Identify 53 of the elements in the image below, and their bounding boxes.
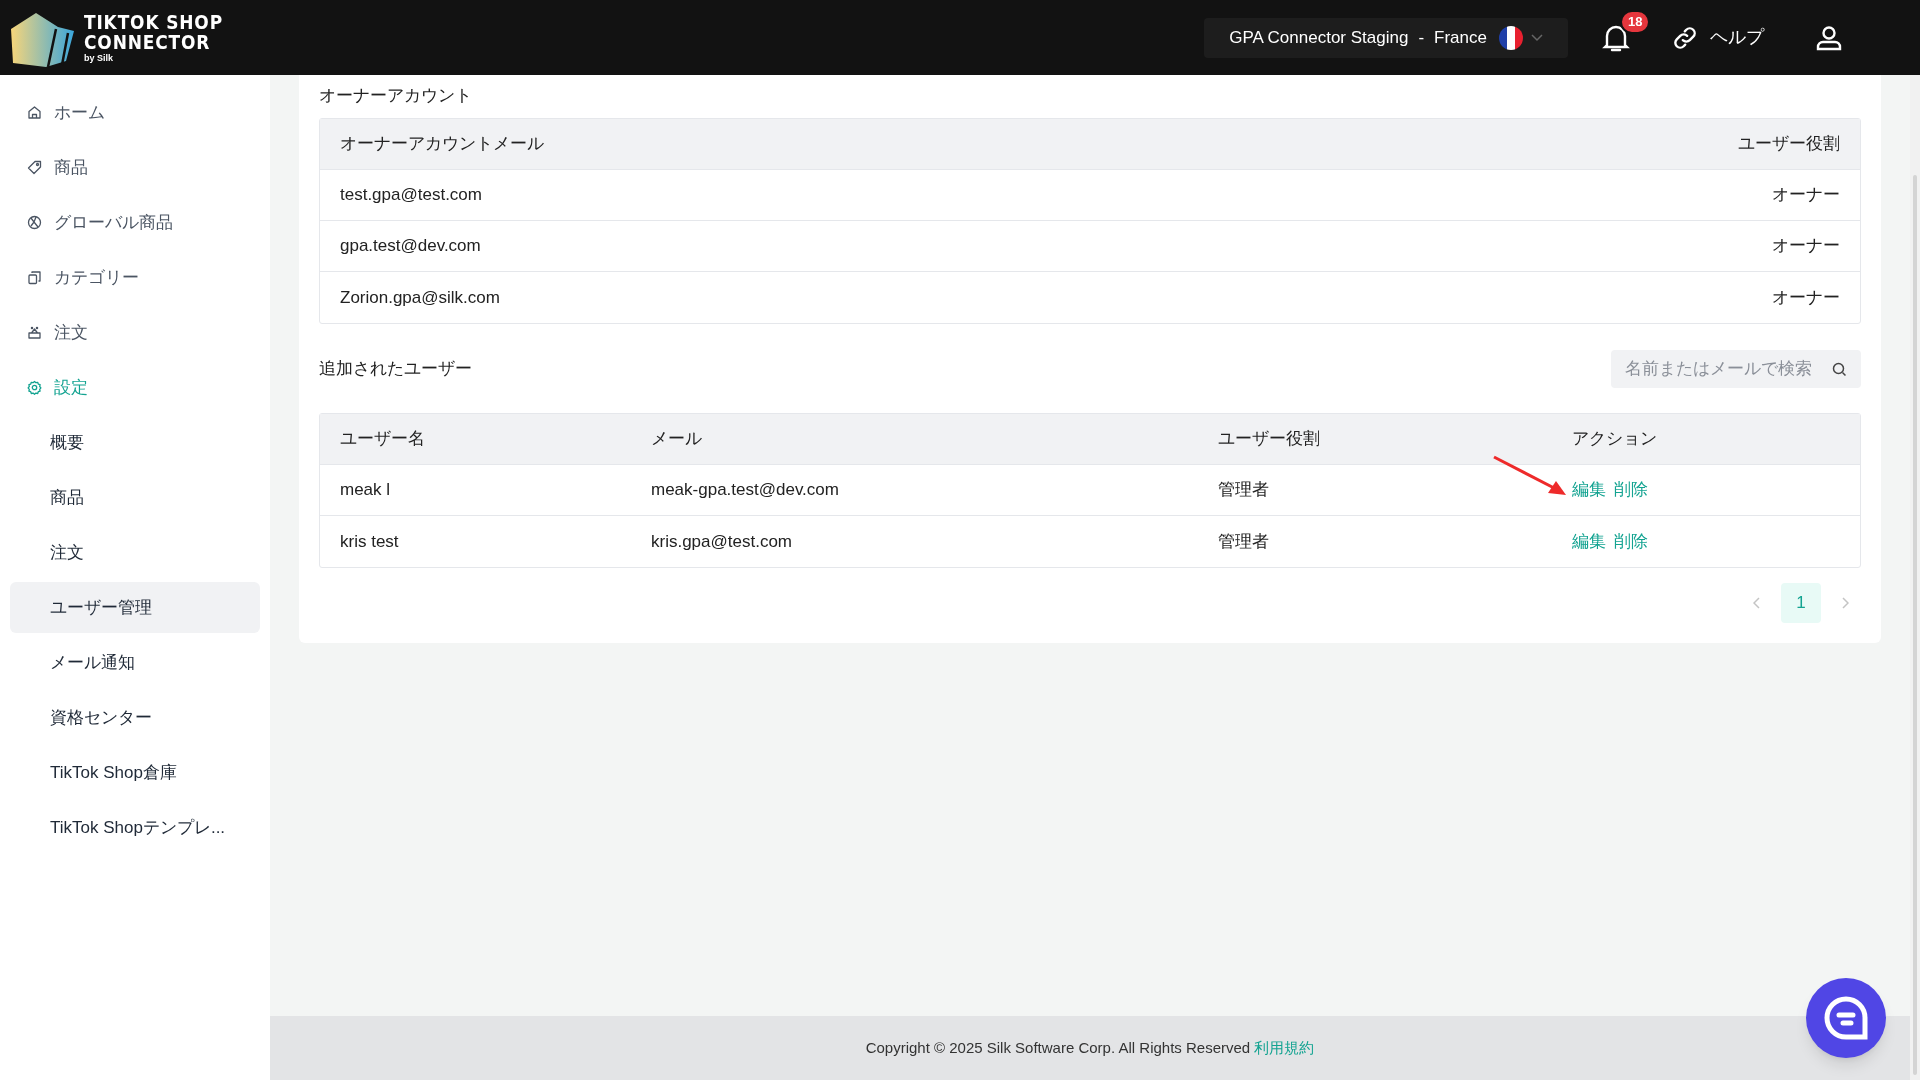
table-cell-text: test.gpa@test.com bbox=[340, 184, 482, 207]
sidebar-icon bbox=[27, 215, 42, 230]
column-header: メール bbox=[651, 429, 702, 449]
table-cell: 管理者 bbox=[1218, 531, 1269, 551]
sidebar-icon bbox=[27, 160, 42, 175]
sidebar-item[interactable]: 注文 bbox=[10, 305, 260, 360]
table-cell-text: オーナー bbox=[1772, 235, 1840, 258]
sidebar-subitem[interactable]: 資格センター bbox=[10, 692, 260, 743]
copyright-text: Copyright © 2025 Silk Software Corp. All Rights Reserved 利用規約 bbox=[865, 1037, 1315, 1058]
logo-byline: by Silk bbox=[84, 54, 114, 63]
sidebar-item[interactable]: グローバル商品 bbox=[10, 195, 260, 250]
sidebar-icon bbox=[27, 325, 42, 340]
sidebar-icon bbox=[27, 270, 42, 285]
sidebar-subitem[interactable]: 注文 bbox=[10, 527, 260, 578]
table-cell: meak l bbox=[340, 480, 391, 500]
logo-text: CONNECTOR bbox=[84, 32, 212, 52]
sidebar-subitem[interactable]: 商品 bbox=[10, 472, 260, 523]
sidebar-subitem[interactable]: TikTok Shopテンプレ... bbox=[10, 802, 260, 853]
france-flag-icon bbox=[1499, 25, 1523, 50]
link-icon bbox=[1672, 24, 1698, 51]
column-header: オーナーアカウントメール bbox=[340, 133, 544, 156]
table-cell: kris test bbox=[340, 531, 399, 551]
chat-icon bbox=[1823, 995, 1869, 1041]
sidebar-icon bbox=[27, 380, 42, 395]
sidebar-subitem[interactable]: ユーザー管理 bbox=[10, 582, 260, 633]
table-cell-text: オーナー bbox=[1772, 184, 1840, 207]
store-selector[interactable]: GPA Connector Staging - France bbox=[1204, 17, 1568, 58]
column-header: ユーザー名 bbox=[340, 429, 425, 449]
table-cell-text: オーナー bbox=[1772, 286, 1840, 309]
sidebar-subitem[interactable]: TikTok Shop倉庫 bbox=[10, 747, 260, 798]
column-header: ユーザー役割 bbox=[1218, 429, 1320, 449]
search-icon bbox=[1832, 361, 1847, 377]
table-cell: kris.gpa@test.com bbox=[651, 531, 793, 551]
search-field[interactable]: 名前またはメールで検索 bbox=[1611, 350, 1861, 388]
section-title: オーナーアカウント bbox=[319, 85, 472, 108]
user-account-icon[interactable] bbox=[1816, 24, 1842, 51]
sidebar-subitem[interactable]: 概要 bbox=[10, 417, 260, 468]
logo-text: TIKTOK SHOP bbox=[84, 12, 223, 32]
notification-badge: 18 bbox=[1620, 9, 1651, 34]
table-cell-text: Zorion.gpa@silk.com bbox=[340, 286, 500, 309]
sidebar-icon bbox=[27, 105, 42, 120]
section-title: 追加されたユーザー bbox=[319, 358, 472, 381]
table-cell: 管理者 bbox=[1218, 480, 1269, 500]
column-header: ユーザー役割 bbox=[1738, 133, 1840, 156]
chevron-down-icon bbox=[1531, 33, 1543, 42]
sidebar-item[interactable]: ホーム bbox=[10, 85, 260, 140]
sidebar-subitem[interactable]: メール通知 bbox=[10, 637, 260, 688]
column-header: アクション bbox=[1572, 429, 1657, 449]
sidebar-item[interactable]: カテゴリー bbox=[10, 250, 260, 305]
help-link[interactable]: ヘルプ bbox=[1672, 24, 1764, 51]
table-cell: meak-gpa.test@dev.com bbox=[651, 480, 839, 500]
sidebar-item[interactable]: 商品 bbox=[10, 140, 260, 195]
table-cell-text: gpa.test@dev.com bbox=[340, 235, 481, 258]
